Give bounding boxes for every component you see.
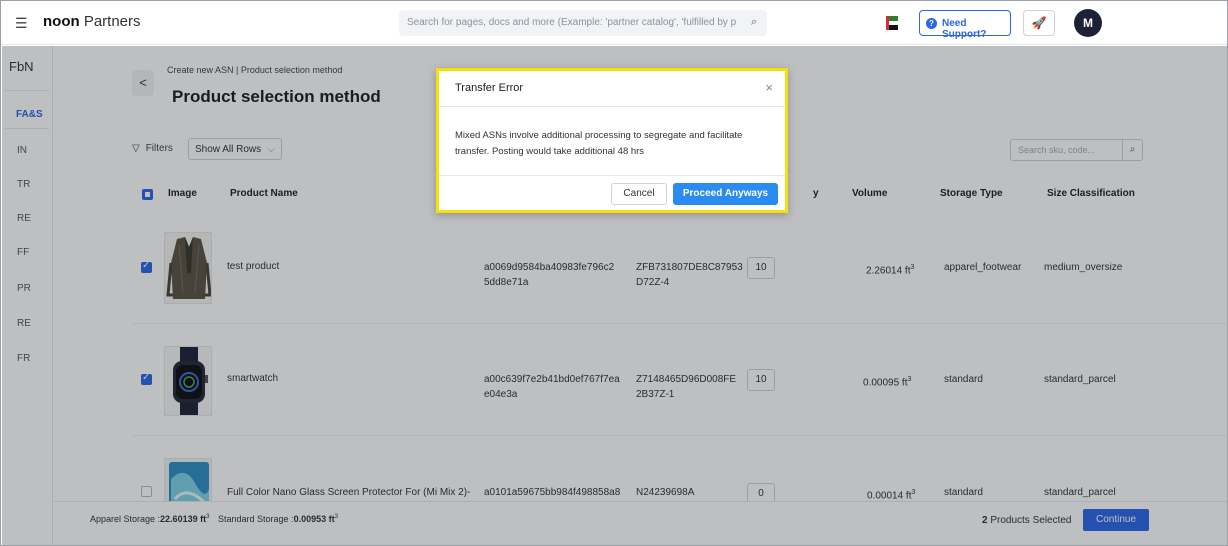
brand-rest: Partners (79, 13, 141, 30)
proceed-anyways-button[interactable]: Proceed Anyways (673, 183, 778, 205)
global-search-input[interactable]: Search for pages, docs and more (Example… (399, 10, 767, 36)
dialog-message: Mixed ASNs involve additional processing… (455, 130, 743, 157)
brand-logo[interactable]: noon Partners (43, 13, 141, 30)
user-avatar[interactable]: M (1074, 9, 1102, 37)
transfer-error-dialog: Transfer Error × Mixed ASNs involve addi… (436, 68, 788, 213)
dialog-title: Transfer Error (455, 82, 524, 94)
need-support-button[interactable]: ? Need Support? (919, 10, 1011, 40)
app-window: ☰ noon Partners Search for pages, docs a… (0, 0, 1228, 546)
uae-flag-icon[interactable] (886, 16, 898, 30)
need-support-label: Need Support? (942, 18, 987, 40)
hamburger-icon[interactable]: ☰ (15, 15, 28, 32)
help-icon: ? (926, 18, 937, 29)
search-icon[interactable]: ⌕ (751, 16, 757, 29)
top-bar: ☰ noon Partners Search for pages, docs a… (1, 1, 1227, 45)
rocket-icon[interactable]: 🚀 (1023, 10, 1055, 36)
dialog-header: Transfer Error × (439, 71, 785, 107)
brand-bold: noon (43, 13, 80, 30)
global-search-placeholder: Search for pages, docs and more (Example… (407, 17, 737, 28)
cancel-button[interactable]: Cancel (611, 183, 667, 205)
dialog-divider (439, 175, 785, 176)
close-icon[interactable]: × (765, 80, 773, 95)
